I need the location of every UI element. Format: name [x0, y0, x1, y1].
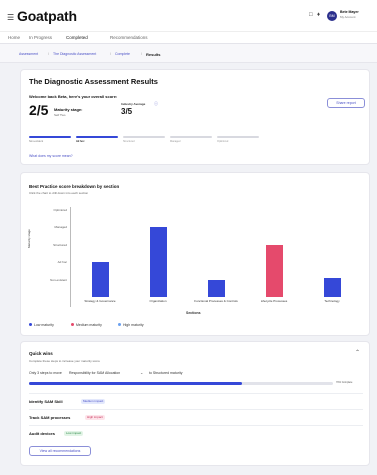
overall-score: 2/5: [29, 102, 49, 118]
divider: [29, 409, 363, 410]
view-all-recommendations-button[interactable]: View all recommendations: [29, 446, 91, 456]
breadcrumb-separator: /: [110, 52, 111, 56]
stage-label: Maturity stage:: [54, 107, 83, 112]
legend-marker: [29, 323, 32, 326]
breakdown-title: Best Practice score breakdown by section: [29, 184, 120, 189]
breadcrumb-item[interactable]: The Diagnostic Assessment: [53, 52, 96, 56]
results-title: The Diagnostic Assessment Results: [29, 77, 158, 86]
to-stage-text: to Structured maturity: [149, 371, 183, 375]
legend-label: Medium maturity: [76, 322, 102, 327]
chart-x-label: Sections: [186, 311, 201, 315]
quick-win-name[interactable]: Audit devices: [29, 431, 55, 436]
quick-wins-subtitle: Complete these steps to increase your ma…: [29, 359, 100, 363]
stage-label-0: Non-existent: [29, 140, 44, 143]
notification-bell-icon[interactable]: ♦: [317, 12, 320, 18]
steps-text: Only 3 steps to move: [29, 371, 62, 375]
document-icon[interactable]: □: [309, 12, 313, 18]
progress-label: 70% Complete: [336, 381, 353, 384]
quick-win-name[interactable]: Identify SAM Skill: [29, 399, 63, 404]
quick-wins-card: Quick wins ⌃ Complete these steps to inc…: [20, 341, 370, 466]
app-logo[interactable]: Goatpath: [17, 8, 77, 24]
breadcrumb-item[interactable]: Complete: [115, 52, 130, 56]
chart-x-tick-label: Strategy & Governance: [84, 299, 116, 303]
progress-segment: [170, 136, 212, 138]
chevron-up-icon[interactable]: ⌃: [355, 349, 360, 356]
breadcrumb: Assessment / The Diagnostic Assessment /…: [0, 44, 377, 63]
impact-badge: High impact: [85, 414, 105, 420]
user-name: Bete Mayer: [340, 10, 359, 14]
tab-in-progress[interactable]: In Progress: [29, 35, 52, 40]
stage-value: Self Two: [54, 113, 66, 117]
nav-tabs: Home In Progress Completed Recommendatio…: [0, 31, 377, 44]
chart-x-tick-label: Technology: [324, 299, 340, 303]
breadcrumb-item[interactable]: Assessment: [19, 52, 38, 56]
chart-y-tick-label: Non-existent: [50, 277, 67, 282]
breadcrumb-separator: /: [48, 52, 49, 56]
chevron-down-icon[interactable]: ⌄: [140, 370, 143, 375]
chart-y-tick-label: Optimized: [53, 207, 67, 212]
tab-completed[interactable]: Completed: [66, 35, 88, 40]
breakdown-card: Best Practice score breakdown by section…: [20, 172, 370, 336]
chart-x-tick-label: Functional Processes & Controls: [194, 299, 238, 303]
impact-badge: Medium impact: [81, 398, 106, 404]
tab-recommendations[interactable]: Recommendations: [110, 35, 148, 40]
menu-icon[interactable]: ☰: [7, 13, 14, 22]
legend-marker: [71, 323, 74, 326]
chart-x-tick-label: Organization: [149, 299, 167, 303]
results-card: The Diagnostic Assessment Results Welcom…: [20, 69, 370, 165]
chart-bar[interactable]: [323, 277, 341, 297]
stage-select[interactable]: Responsibility for SAM Allocation: [69, 371, 120, 375]
chart-y-tick-label: Structured: [53, 242, 67, 247]
stage-label-1: Ad hoc: [76, 140, 85, 143]
stage-label-4: Optimized: [217, 140, 229, 143]
legend-marker: [118, 323, 121, 326]
chart-bar[interactable]: [207, 279, 225, 297]
welcome-text: Welcome back Beta, here's your overall s…: [29, 94, 118, 99]
quick-wins-progress-track: [29, 382, 333, 385]
impact-badge: Low impact: [64, 430, 84, 436]
score-meaning-link[interactable]: What does my score mean?: [29, 154, 73, 158]
stage-label-3: Managed: [170, 140, 181, 143]
chart-bar[interactable]: [265, 244, 283, 297]
chart-y-tick-label: Ad hoc: [57, 260, 67, 264]
quick-win-name[interactable]: Track SAM processes: [29, 415, 70, 420]
quick-wins-progress-fill: [29, 382, 242, 385]
breakdown-subtitle: Click the chart to drill down into each …: [29, 191, 89, 195]
breadcrumb-current: Results: [146, 51, 161, 57]
avatar[interactable]: BM: [327, 11, 337, 21]
top-bar: ☰ Goatpath □ ♦ BM Bete Mayer My Account: [0, 0, 377, 31]
stage-label-2: Structured: [123, 140, 135, 143]
quick-wins-title: Quick wins: [29, 351, 53, 356]
legend-label: Low maturity: [34, 322, 54, 327]
info-icon[interactable]: ⓘ: [154, 101, 158, 107]
chart-bar[interactable]: [91, 262, 109, 297]
legend-label: High maturity: [123, 322, 144, 327]
user-role[interactable]: My Account: [340, 15, 356, 19]
industry-value: 3/5: [121, 107, 133, 116]
progress-segment: [123, 136, 165, 138]
progress-segment: [217, 136, 259, 138]
divider: [29, 393, 363, 394]
progress-segment: [76, 136, 118, 138]
breadcrumb-separator: /: [141, 52, 142, 56]
progress-segment: [29, 136, 71, 138]
industry-label: Industry Average: [121, 102, 146, 106]
share-report-button[interactable]: Share report: [327, 98, 365, 108]
chart-y-tick-label: Managed: [54, 225, 67, 229]
chart-y-axis: [70, 207, 71, 307]
chart-bar[interactable]: [149, 227, 167, 297]
tab-home[interactable]: Home: [8, 35, 20, 40]
divider: [29, 425, 363, 426]
chart-x-tick-label: Lifecycle Processes: [260, 299, 288, 303]
